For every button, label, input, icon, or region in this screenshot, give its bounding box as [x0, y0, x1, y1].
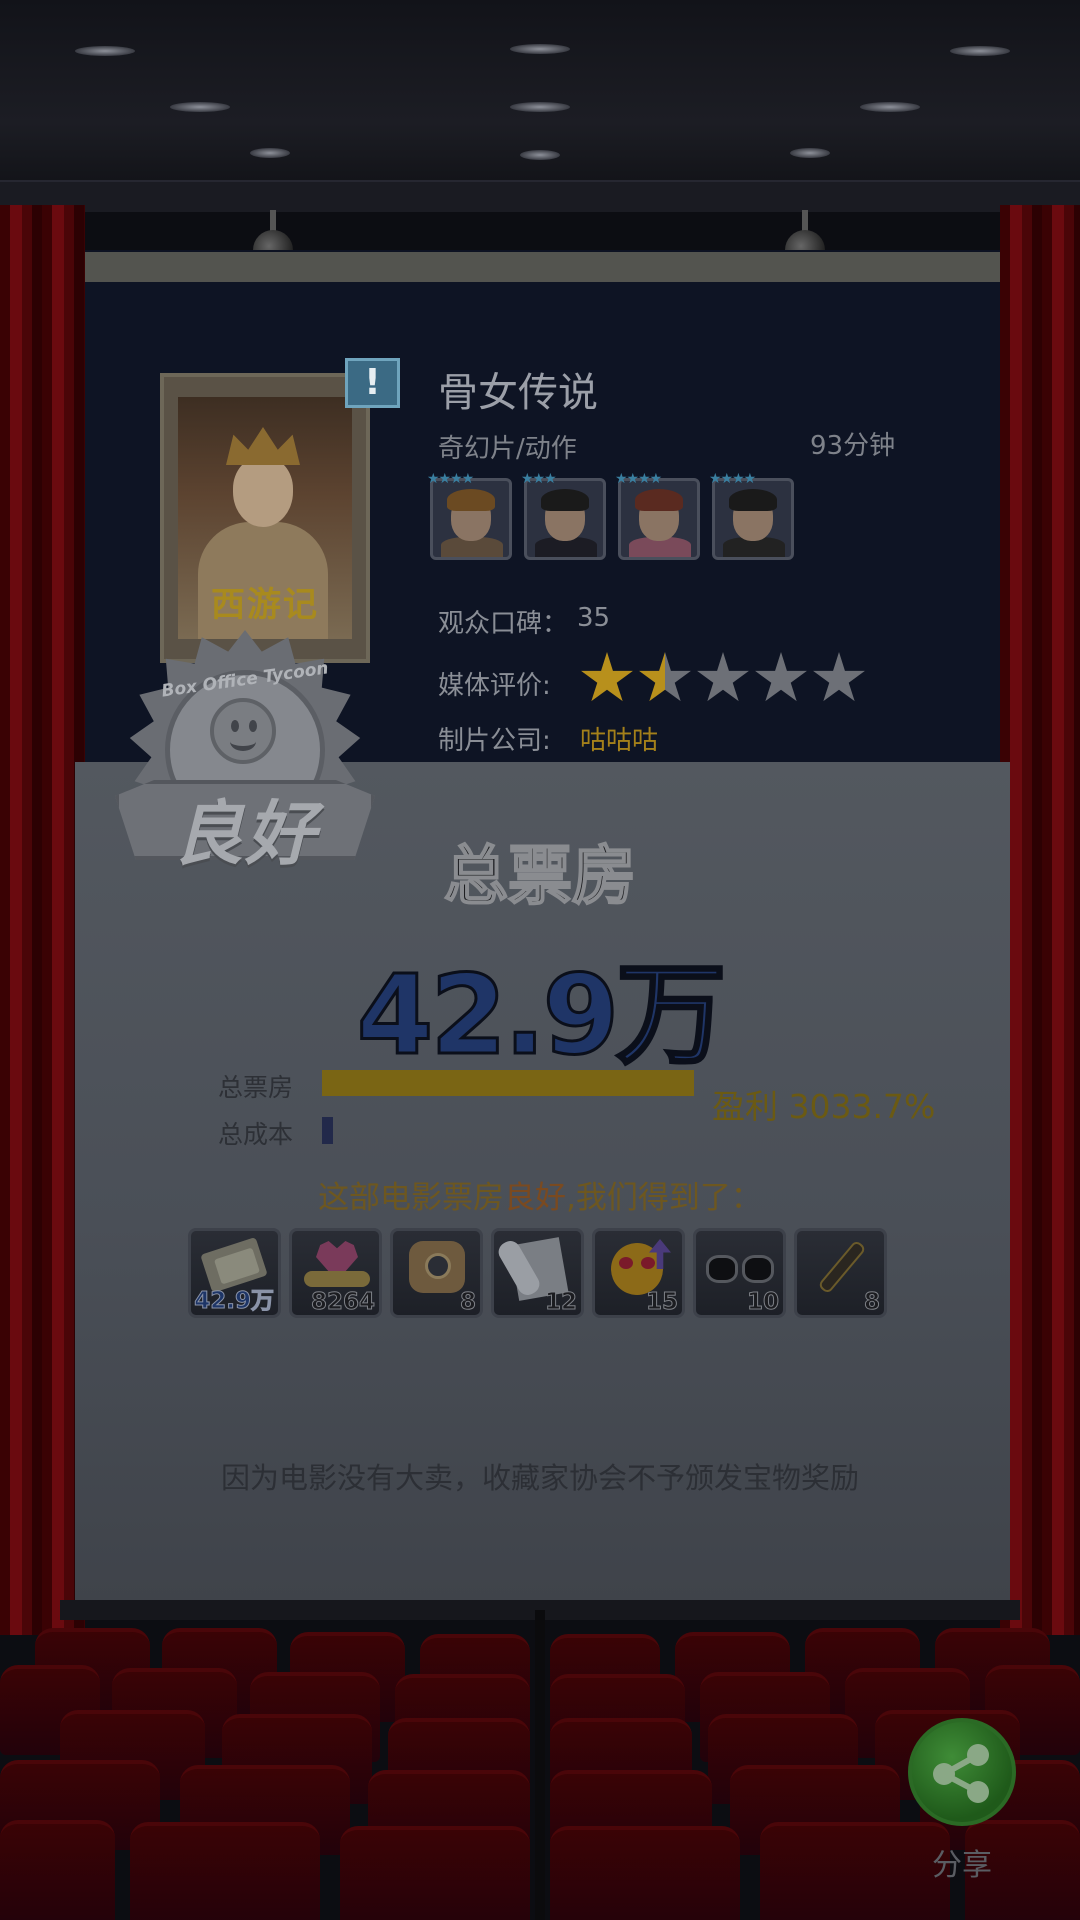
box-office-total: 42.9万: [355, 950, 727, 1081]
alert-badge[interactable]: !: [345, 358, 400, 408]
reward-item[interactable]: 15: [592, 1228, 685, 1318]
star-icon: [813, 652, 865, 702]
cast-star-rating: ★★★: [521, 471, 557, 487]
ceiling-light-icon: [860, 102, 920, 112]
reward-item[interactable]: 8: [794, 1228, 887, 1318]
ceiling-light-icon: [170, 102, 230, 112]
star-icon: [755, 652, 807, 702]
reward-item[interactable]: 8: [390, 1228, 483, 1318]
ceiling-light-icon: [510, 102, 570, 112]
cast-member-card[interactable]: ★★★★: [615, 471, 700, 560]
profit-percent: 盈利 3033.7%: [712, 1087, 936, 1126]
cast-list: ★★★★ ★★★ ★★★★ ★★★★: [427, 471, 794, 560]
cost-label: 总成本: [218, 1120, 294, 1149]
cost-bar: [322, 1117, 333, 1144]
cast-member-card[interactable]: ★★★★: [709, 471, 794, 560]
ceiling-light-icon: [520, 150, 560, 160]
reward-items: 42.9万 8264 8 12 15 10 8: [188, 1228, 887, 1318]
reward-message: 这部电影票房良好,我们得到了：: [318, 1180, 762, 1216]
cast-star-rating: ★★★★: [709, 471, 756, 487]
reward-item[interactable]: 12: [491, 1228, 584, 1318]
revenue-label: 总票房: [218, 1073, 294, 1102]
cast-member-card[interactable]: ★★★★: [427, 471, 512, 560]
collector-notice: 因为电影没有大卖，收藏家协会不予颁发宝物奖励: [220, 1461, 859, 1495]
share-label[interactable]: 分享: [908, 1840, 1016, 1884]
media-label: 媒体评价:: [438, 671, 551, 701]
curtain-left: [0, 205, 85, 1635]
star-icon: [697, 652, 749, 702]
reward-item[interactable]: 8264: [289, 1228, 382, 1318]
audience-score: 35: [577, 603, 611, 633]
box-office-title: 总票房: [443, 839, 637, 915]
company-label: 制片公司:: [438, 726, 551, 756]
star-icon: [639, 652, 691, 702]
poster-title: 西游记: [211, 585, 319, 625]
ceiling-light-icon: [75, 46, 135, 56]
cast-star-rating: ★★★★: [615, 471, 662, 487]
media-rating-stars: [580, 652, 866, 706]
screen-rim: [85, 252, 1000, 282]
reward-item-count: 8: [863, 1289, 880, 1316]
share-icon: [933, 1744, 989, 1803]
movie-genre: 奇幻片/动作: [438, 434, 577, 464]
company-name: 咕咕咕: [580, 726, 659, 756]
smiley-face-icon: [210, 698, 276, 764]
star-icon: [581, 652, 633, 702]
curtain-right: [1000, 205, 1080, 1635]
reward-item-count: 15: [645, 1289, 678, 1316]
reward-item-count: 12: [544, 1289, 577, 1316]
ceiling-light-icon: [510, 44, 570, 54]
share-button[interactable]: [908, 1718, 1016, 1826]
cast-member-card[interactable]: ★★★: [521, 471, 606, 560]
reward-item-count: 10: [746, 1289, 779, 1316]
reward-highlight: 良好: [504, 1180, 567, 1216]
ceiling-light-icon: [250, 148, 290, 158]
poster-art: 西游记: [178, 397, 352, 639]
reward-item[interactable]: 42.9万: [188, 1228, 281, 1318]
cast-star-rating: ★★★★: [427, 471, 474, 487]
movie-title: 骨女传说: [438, 370, 598, 416]
ceiling-band: [0, 180, 1080, 212]
audience-label: 观众口碑：: [438, 609, 569, 639]
ceiling: [0, 0, 1080, 212]
revenue-bar: [322, 1070, 694, 1096]
reward-item-count: 8: [459, 1289, 476, 1316]
reward-item-count: 42.9万: [194, 1288, 275, 1315]
reward-item[interactable]: 10: [693, 1228, 786, 1318]
ceiling-light-icon: [790, 148, 830, 158]
reward-item-count: 8264: [310, 1289, 375, 1316]
movie-duration: 93分钟: [810, 431, 896, 461]
ceiling-light-icon: [950, 46, 1010, 56]
